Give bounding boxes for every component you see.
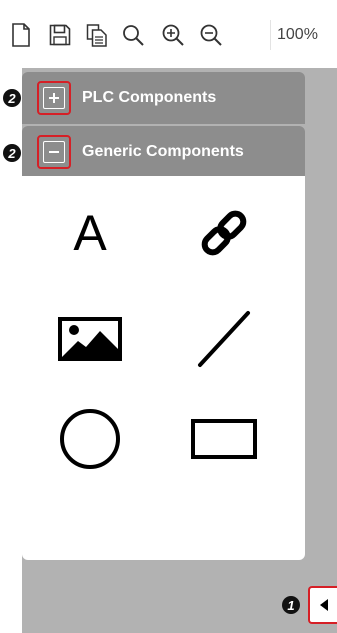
link-icon xyxy=(201,210,247,256)
copy-icon xyxy=(86,24,107,47)
line-icon xyxy=(198,311,250,367)
text-icon: A xyxy=(73,205,107,261)
zoom-in-icon xyxy=(162,24,184,46)
expand-toggle[interactable] xyxy=(37,81,71,115)
toolbar: 100% xyxy=(0,0,337,68)
section-plc-components[interactable]: PLC Components xyxy=(22,72,305,124)
section-generic-components[interactable]: Generic Components xyxy=(22,126,305,178)
new-document-button[interactable] xyxy=(6,20,36,50)
plus-icon xyxy=(49,93,59,103)
zoom-level[interactable]: 100% xyxy=(270,20,337,50)
link-component[interactable] xyxy=(184,198,264,268)
section-label: PLC Components xyxy=(82,89,217,106)
search-icon xyxy=(123,25,144,46)
collapse-panel-button[interactable] xyxy=(308,586,337,624)
rectangle-icon xyxy=(191,419,257,459)
callout-badge: 1 xyxy=(282,596,300,614)
caret-left-icon xyxy=(319,599,328,611)
line-component[interactable] xyxy=(184,304,264,374)
section-label: Generic Components xyxy=(82,143,244,160)
component-panel: PLC Components Generic Components A xyxy=(22,68,337,633)
copy-button[interactable] xyxy=(82,20,112,50)
minus-icon xyxy=(49,151,59,153)
callout-badge: 2 xyxy=(3,89,21,107)
zoom-out-button[interactable] xyxy=(196,20,226,50)
component-editor: 100% PLC Components Generic Components A… xyxy=(0,0,337,633)
circle-component[interactable] xyxy=(50,404,130,474)
image-icon xyxy=(58,317,122,361)
search-button[interactable] xyxy=(118,20,148,50)
zoom-in-button[interactable] xyxy=(158,20,188,50)
rectangle-component[interactable] xyxy=(184,404,264,474)
text-component[interactable]: A xyxy=(50,198,130,268)
image-component[interactable] xyxy=(50,304,130,374)
new-document-icon xyxy=(12,23,30,47)
callout-badge: 2 xyxy=(3,144,21,162)
circle-icon xyxy=(60,409,120,469)
generic-components-grid: A xyxy=(22,176,305,560)
save-button[interactable] xyxy=(45,20,75,50)
zoom-out-icon xyxy=(200,24,222,46)
collapse-toggle[interactable] xyxy=(37,135,71,169)
save-icon xyxy=(49,24,71,46)
